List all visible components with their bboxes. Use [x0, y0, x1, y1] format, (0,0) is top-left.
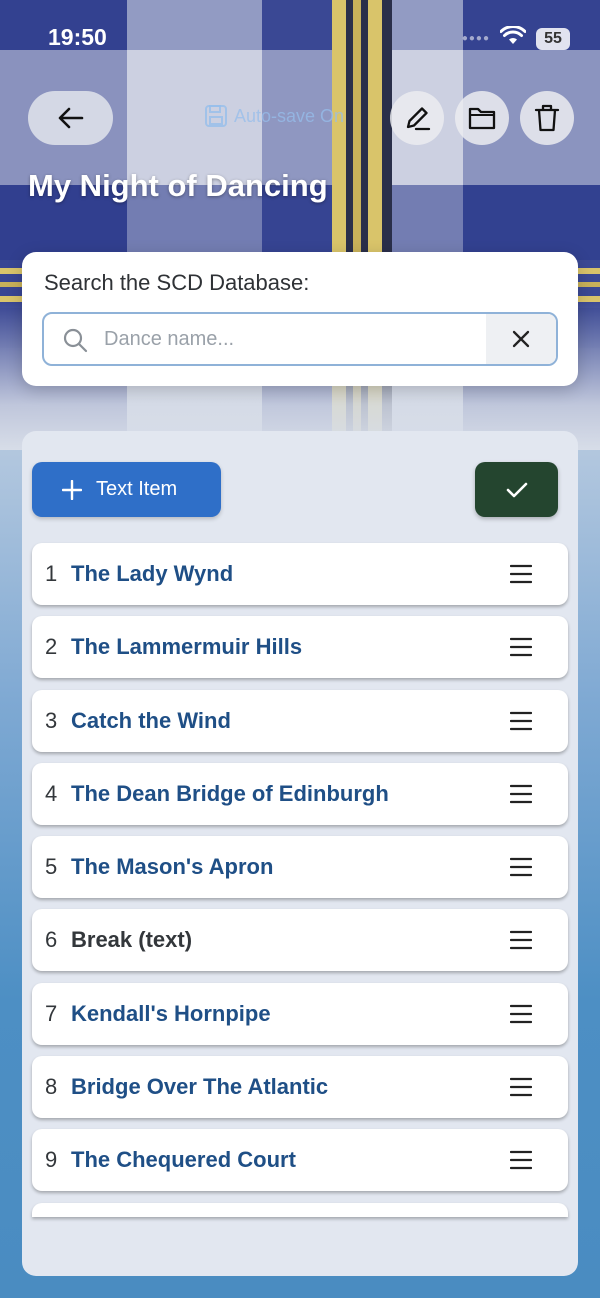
- status-icons: ●●●● 55: [461, 25, 570, 51]
- list-item-title[interactable]: The Dean Bridge of Edinburgh: [71, 781, 389, 807]
- open-folder-button[interactable]: [455, 91, 509, 145]
- list-item-title[interactable]: Kendall's Hornpipe: [71, 1001, 271, 1027]
- search-icon: [63, 328, 88, 353]
- search-label: Search the SCD Database:: [44, 270, 310, 295]
- list-item-title[interactable]: Bridge Over The Atlantic: [71, 1074, 328, 1100]
- list-item-title[interactable]: The Mason's Apron: [71, 854, 273, 880]
- folder-icon: [468, 107, 496, 130]
- list-item[interactable]: 5 The Mason's Apron: [32, 836, 568, 899]
- wifi-icon: [499, 25, 527, 51]
- list-item[interactable]: 1 The Lady Wynd: [32, 543, 568, 605]
- list-item-number: 6: [45, 927, 58, 953]
- list-item[interactable]: 9 The Chequered Court: [32, 1129, 568, 1192]
- list-item-title[interactable]: Break (text): [71, 927, 192, 953]
- trash-icon: [534, 104, 560, 132]
- search-card: Search the SCD Database:: [22, 252, 578, 386]
- search-input[interactable]: [104, 314, 484, 364]
- back-arrow-icon: [58, 107, 83, 129]
- drag-handle-icon[interactable]: [510, 856, 532, 878]
- drag-handle-icon[interactable]: [510, 636, 532, 658]
- close-icon: [512, 330, 530, 348]
- list-item[interactable]: 7 Kendall's Hornpipe: [32, 982, 568, 1045]
- edit-button[interactable]: [390, 91, 444, 145]
- confirm-button[interactable]: [475, 462, 558, 517]
- delete-button[interactable]: [520, 91, 574, 145]
- list-item-title[interactable]: Catch the Wind: [71, 708, 231, 734]
- drag-handle-icon[interactable]: [510, 563, 532, 585]
- battery-indicator: 55: [536, 27, 570, 50]
- list-item-title[interactable]: The Lady Wynd: [71, 561, 233, 587]
- list-item-title[interactable]: The Chequered Court: [71, 1147, 296, 1173]
- list-item-number: 7: [45, 1000, 58, 1026]
- list-item-number: 4: [45, 780, 58, 806]
- list-item-partial: [32, 1202, 568, 1217]
- pencil-icon: [406, 107, 431, 131]
- list-item-number: 8: [45, 1074, 58, 1100]
- list-item-number: 1: [45, 561, 58, 586]
- signal-icon: ●●●●: [461, 33, 490, 44]
- list-item-number: 9: [45, 1147, 58, 1173]
- drag-handle-icon[interactable]: [510, 1003, 532, 1025]
- list-item[interactable]: 8 Bridge Over The Atlantic: [32, 1056, 568, 1119]
- check-icon: [506, 482, 527, 497]
- list-item[interactable]: 6 Break (text): [32, 909, 568, 972]
- status-bar: 19:50 ●●●● 55: [0, 0, 600, 70]
- search-box: [42, 312, 558, 366]
- drag-handle-icon[interactable]: [510, 1076, 532, 1098]
- page-title: My Night of Dancing: [28, 168, 328, 203]
- status-time: 19:50: [48, 24, 107, 50]
- list-item[interactable]: 3 Catch the Wind: [32, 689, 568, 752]
- list-item[interactable]: 2 The Lammermuir Hills: [32, 616, 568, 679]
- drag-handle-icon[interactable]: [510, 929, 532, 951]
- plus-icon: [62, 479, 82, 500]
- clear-search-button[interactable]: [486, 314, 556, 364]
- drag-handle-icon[interactable]: [510, 783, 532, 805]
- back-button[interactable]: [28, 91, 113, 145]
- list-item-number: 3: [45, 707, 58, 733]
- autosave-label: Auto-save On: [234, 105, 345, 126]
- list-item-number: 2: [45, 634, 58, 660]
- add-text-item-label: Text Item: [96, 478, 178, 500]
- dance-list-panel: Text Item 1 The Lady Wynd 2 The Lammermu…: [22, 431, 578, 1276]
- list-item-number: 5: [45, 854, 58, 880]
- drag-handle-icon[interactable]: [510, 1149, 532, 1171]
- add-text-item-button[interactable]: Text Item: [32, 462, 221, 517]
- dance-list: 1 The Lady Wynd 2 The Lammermuir Hills 3…: [32, 543, 568, 1217]
- save-icon: [205, 105, 227, 127]
- autosave-indicator: Auto-save On: [204, 104, 344, 128]
- drag-handle-icon[interactable]: [510, 710, 532, 732]
- list-item-title[interactable]: The Lammermuir Hills: [71, 634, 302, 660]
- list-item[interactable]: 4 The Dean Bridge of Edinburgh: [32, 762, 568, 825]
